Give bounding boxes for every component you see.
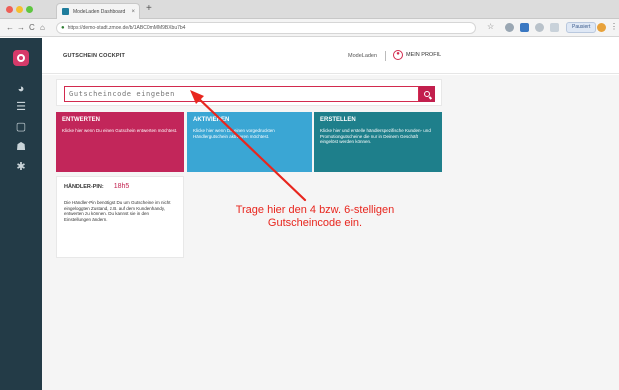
- maximize-window-button[interactable]: [26, 6, 33, 13]
- pin-description: Die Händler-Pin benötigst Du um Gutschei…: [64, 200, 171, 222]
- tab-title: ModeLaden Dashboard: [73, 8, 126, 15]
- extension-icon[interactable]: [505, 23, 514, 32]
- forward-button[interactable]: →: [17, 22, 25, 34]
- browser-toolbar: ← → C ⌂ ● https://demo-stadt.zmoe.de/b/1…: [0, 19, 619, 37]
- extension-icon[interactable]: [550, 23, 559, 32]
- close-window-button[interactable]: [6, 6, 13, 13]
- tile-title: ENTWERTEN: [62, 117, 100, 123]
- clipboard-icon[interactable]: ▢: [0, 120, 42, 133]
- home-button[interactable]: ⌂: [40, 22, 45, 34]
- tile-title: ERSTELLEN: [320, 117, 356, 123]
- tile-redeem[interactable]: ENTWERTEN Klicke hier wenn Du einen Guts…: [56, 112, 184, 172]
- gear-icon[interactable]: ✱: [0, 160, 42, 173]
- profile-label: MEIN PROFIL: [406, 52, 442, 58]
- tile-description: Klicke hier wenn Du einen Gutschein entw…: [62, 128, 178, 133]
- back-button[interactable]: ←: [6, 22, 14, 34]
- url-text: https://demo-stadt.zmoe.de/b/1ABC0mMM9BX…: [67, 25, 186, 31]
- paused-profile-button[interactable]: Pausiert: [566, 22, 597, 33]
- tab-close-icon[interactable]: ×: [131, 9, 135, 15]
- search-button[interactable]: [419, 86, 435, 102]
- extension-icon[interactable]: [520, 23, 529, 32]
- pin-label: HÄNDLER-PIN:: [64, 184, 104, 190]
- address-bar[interactable]: ● https://demo-stadt.zmoe.de/b/1ABC0mMM9…: [56, 22, 476, 34]
- extension-icon[interactable]: [535, 23, 544, 32]
- page-title: GUTSCHEIN COCKPIT: [63, 53, 126, 59]
- annotation-line-2: Gutscheincode ein.: [267, 217, 363, 229]
- sidebar: ◕ ☰ ▢ ☗ ✱: [0, 38, 42, 390]
- logo-icon[interactable]: [13, 50, 29, 66]
- reload-button[interactable]: C: [29, 22, 35, 34]
- header-divider: [385, 51, 386, 61]
- minimize-window-button[interactable]: [16, 6, 23, 13]
- voucher-code-input[interactable]: [64, 86, 419, 102]
- annotation-line-1: Trage hier den 4 bzw. 6-stelligen: [235, 204, 395, 216]
- browser-titlebar: ModeLaden Dashboard × +: [0, 0, 619, 19]
- favicon-icon: [62, 8, 69, 15]
- tile-create[interactable]: ERSTELLEN Klicke hier und erstelle händl…: [314, 112, 442, 172]
- users-icon[interactable]: ☗: [0, 140, 42, 153]
- menu-icon[interactable]: ⋮: [610, 22, 618, 31]
- list-icon[interactable]: ☰: [0, 100, 42, 113]
- dashboard-icon[interactable]: ◕: [0, 83, 42, 95]
- profile-link[interactable]: ● MEIN PROFIL: [393, 50, 441, 60]
- tile-activate[interactable]: AKTIVIEREN Klicke hier wenn Du einen vor…: [187, 112, 312, 172]
- shop-name[interactable]: ModeLaden: [348, 53, 377, 59]
- main-content: ENTWERTEN Klicke hier wenn Du einen Guts…: [42, 75, 619, 390]
- new-tab-button[interactable]: +: [146, 4, 152, 14]
- search-card: [56, 79, 442, 106]
- star-icon[interactable]: ☆: [487, 22, 496, 31]
- profile-icon[interactable]: [597, 23, 606, 32]
- lock-icon: ●: [61, 25, 65, 31]
- tile-title: AKTIVIEREN: [193, 117, 230, 123]
- browser-tab[interactable]: ModeLaden Dashboard ×: [56, 3, 140, 19]
- tile-description: Klicke hier und erstelle händlerspezifis…: [320, 128, 431, 144]
- annotation-text: Trage hier den 4 bzw. 6-stelligen Gutsch…: [175, 204, 455, 230]
- app-header: GUTSCHEIN COCKPIT ModeLaden ● MEIN PROFI…: [42, 38, 619, 74]
- tile-description: Klicke hier wenn Du einen vorgedruckten …: [193, 128, 275, 139]
- pin-value: 18h5: [113, 183, 130, 190]
- merchant-pin-card: HÄNDLER-PIN: 18h5 Die Händler-Pin benöti…: [56, 176, 184, 258]
- user-icon: ●: [393, 50, 403, 60]
- search-icon: [424, 91, 430, 97]
